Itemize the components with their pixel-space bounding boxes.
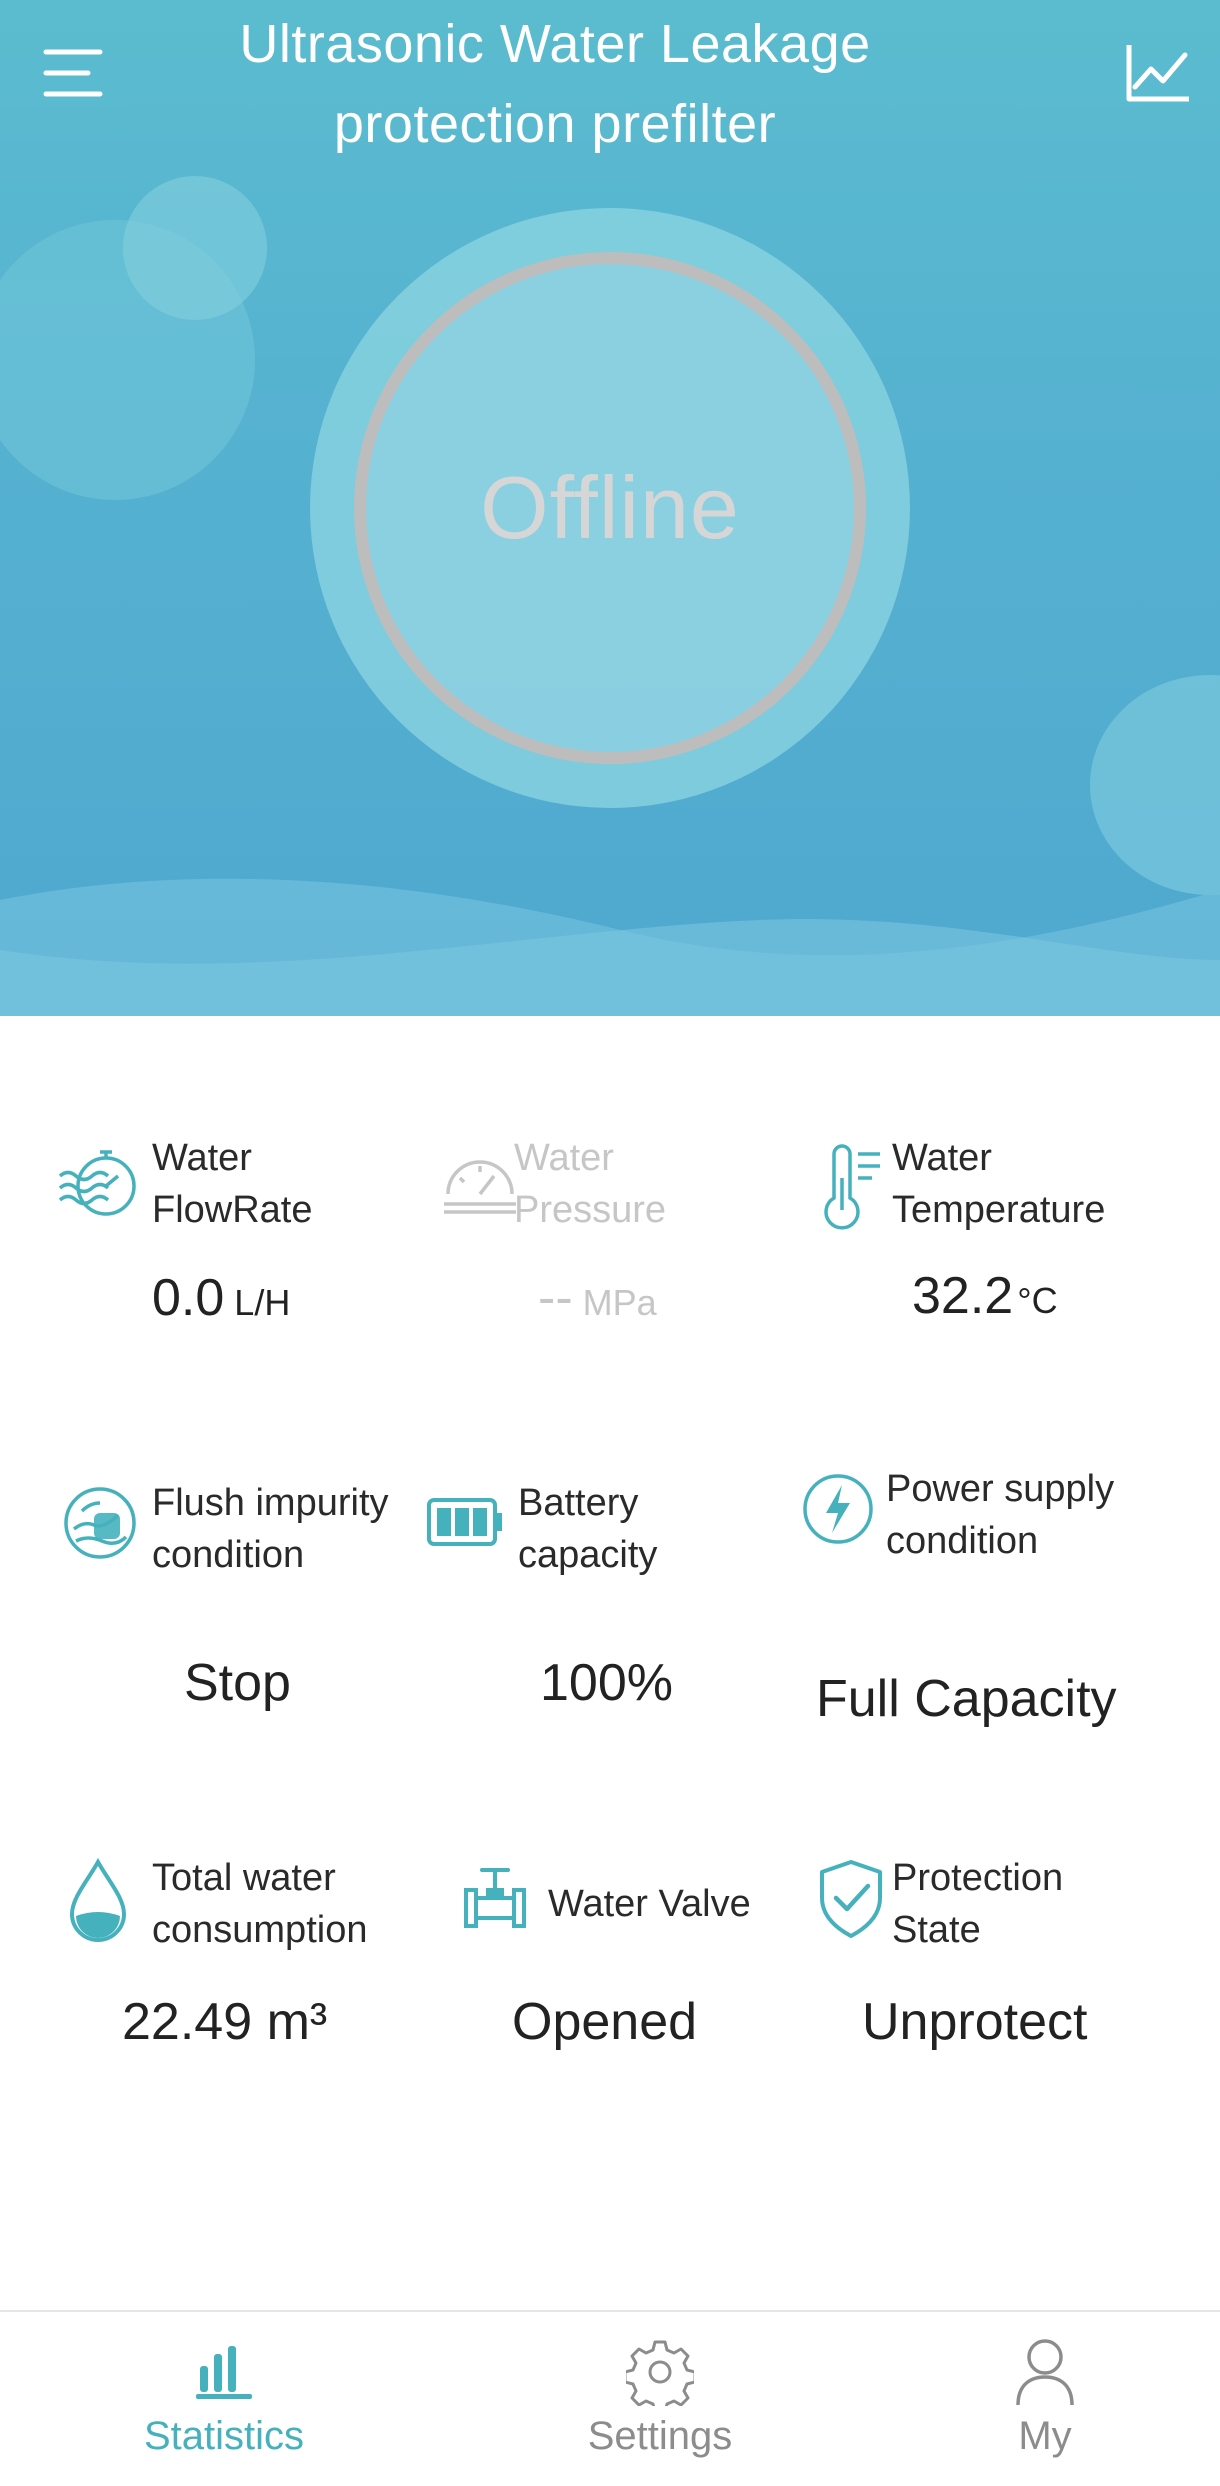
menu-button[interactable] — [30, 30, 116, 116]
stat-water-valve: Water Valve Opened — [420, 1840, 800, 2100]
battery-value: 100% — [540, 1654, 673, 1712]
stat-protection-state: Protection State Unprotect — [800, 1840, 1220, 2100]
user-icon — [1016, 2339, 1074, 2406]
power-value: Full Capacity — [816, 1670, 1117, 1728]
pressure-label-1: Water — [514, 1137, 614, 1179]
tab-my-label: My — [1018, 2414, 1072, 2458]
stat-battery-capacity: Battery capacity 100% — [420, 1465, 800, 1725]
flow-unit: L/H — [234, 1282, 291, 1323]
flow-value: 0.0 L/H — [152, 1268, 290, 1328]
pressure-gauge-icon — [444, 1160, 516, 1214]
consumption-label-2: consumption — [152, 1909, 368, 1951]
temperature-label-1: Water — [892, 1137, 992, 1179]
tab-settings-label: Settings — [587, 2414, 733, 2458]
gear-icon — [626, 2340, 694, 2406]
power-label-2: condition — [886, 1520, 1039, 1562]
temperature-unit: °C — [1017, 1280, 1058, 1321]
valve-label: Water Valve — [548, 1883, 751, 1925]
temperature-value: 32.2 °C — [912, 1266, 1058, 1326]
thermometer-icon — [824, 1144, 880, 1230]
title-line-2: protection prefilter — [333, 94, 777, 154]
stat-flush-condition: Flush impurity condition Stop — [0, 1465, 420, 1725]
pressure-unit: MPa — [582, 1282, 657, 1323]
history-chart-button[interactable] — [1110, 30, 1206, 116]
tab-statistics-label: Statistics — [143, 2414, 305, 2458]
bottom-navigation: Statistics Settings My — [0, 2310, 1220, 2486]
consumption-value: 22.49 m³ — [122, 1993, 328, 2051]
temperature-label-2: Temperature — [892, 1189, 1106, 1231]
battery-label-1: Battery — [518, 1482, 639, 1524]
stat-water-flowrate: Water FlowRate 0.0 L/H — [0, 1120, 420, 1350]
title-line-1: Ultrasonic Water Leakage — [239, 14, 871, 74]
status-text: Offline — [480, 458, 740, 557]
stat-power-supply: Power supply condition Full Capacity — [800, 1465, 1220, 1728]
pressure-value: -- MPa — [538, 1268, 657, 1328]
power-label-1: Power supply — [886, 1468, 1115, 1510]
flush-label-2: condition — [152, 1534, 305, 1576]
water-flow-icon — [58, 1150, 136, 1216]
pressure-label-2: Pressure — [514, 1189, 667, 1231]
flush-label-1: Flush impurity — [152, 1482, 389, 1524]
status-ring: Offline — [354, 252, 866, 764]
valve-value: Opened — [512, 1993, 698, 2051]
status-indicator: Offline — [310, 208, 910, 808]
stat-water-pressure: Water Pressure -- MPa — [420, 1120, 800, 1350]
flow-label-1: Water — [152, 1137, 252, 1179]
flush-icon — [64, 1487, 136, 1559]
hero-banner: Ultrasonic Water Leakage protection pref… — [0, 0, 1220, 1016]
menu-icon — [43, 49, 103, 97]
protection-label-1: Protection — [892, 1857, 1064, 1899]
consumption-label-1: Total water — [152, 1857, 336, 1899]
stat-water-temperature: Water Temperature 32.2 °C — [800, 1120, 1220, 1350]
line-chart-icon — [1126, 45, 1189, 102]
pressure-number: -- — [538, 1269, 573, 1327]
lightning-icon — [803, 1474, 873, 1544]
temperature-number: 32.2 — [912, 1267, 1014, 1325]
tab-my[interactable]: My — [895, 2312, 1195, 2486]
tab-settings[interactable]: Settings — [510, 2312, 810, 2486]
protection-value: Unprotect — [862, 1993, 1088, 2051]
flow-number: 0.0 — [152, 1269, 225, 1327]
stat-total-consumption: Total water consumption 22.49 m³ — [0, 1840, 420, 2100]
flow-label-2: FlowRate — [152, 1189, 313, 1231]
battery-label-2: capacity — [518, 1534, 658, 1576]
bar-chart-icon — [196, 2346, 252, 2399]
valve-icon — [464, 1868, 526, 1928]
page-title: Ultrasonic Water Leakage protection pref… — [160, 4, 950, 164]
shield-check-icon — [820, 1860, 882, 1938]
protection-label-2: State — [892, 1909, 981, 1951]
battery-icon — [427, 1498, 502, 1546]
water-drop-icon — [69, 1858, 127, 1942]
flush-value: Stop — [184, 1654, 291, 1712]
tab-statistics[interactable]: Statistics — [74, 2312, 374, 2486]
